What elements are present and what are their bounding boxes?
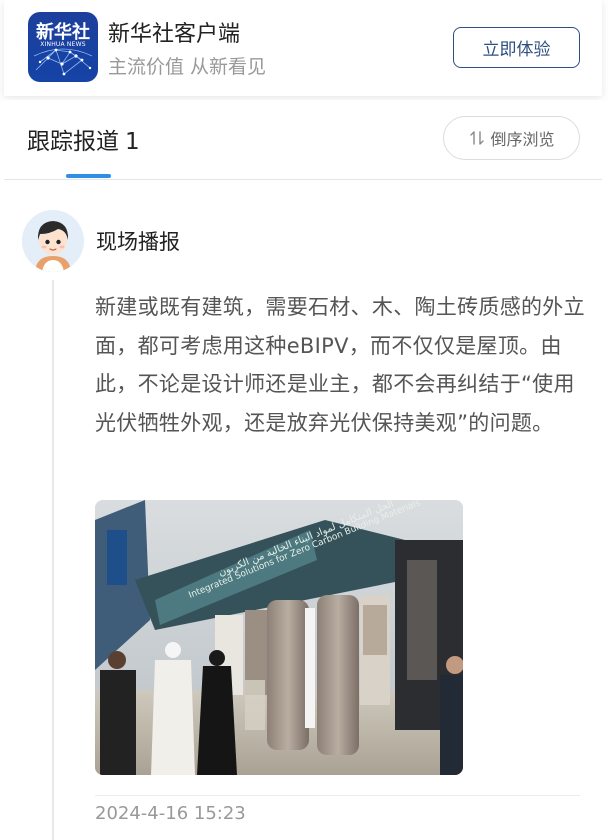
tracking-title-label: 跟踪报道 [27, 129, 119, 155]
exhibition-photo: Integrated Solutions for Zero Carbon Bui… [95, 500, 463, 775]
timeline-line [52, 280, 54, 840]
reporter-avatar [22, 210, 84, 272]
tracking-count: 1 [125, 129, 140, 155]
divider [95, 795, 580, 796]
logo-subtitle: XINHUA NEWS [40, 41, 86, 48]
open-app-button[interactable]: 立即体验 [453, 27, 580, 68]
active-tab-indicator [66, 174, 111, 178]
post-timestamp: 2024-4-16 15:23 [95, 803, 246, 824]
tracking-title[interactable]: 跟踪报道 1 [27, 122, 140, 156]
reporter-name: 现场播报 [96, 230, 180, 254]
post-photo[interactable]: Integrated Solutions for Zero Carbon Bui… [95, 500, 463, 775]
post-text: 新建或既有建筑，需要石材、木、陶土砖质感的外立面，都可考虑用这种eBIPV，而不… [95, 295, 585, 435]
xinhua-logo: 新华社 XINHUA NEWS [28, 12, 98, 82]
app-name: 新华社客户端 [108, 22, 241, 47]
cartoon-face-icon [22, 210, 84, 272]
tracking-tab-bar: 跟踪报道 1 倒序浏览 [4, 100, 602, 180]
app-slogan: 主流价值 从新看见 [108, 56, 267, 78]
reverse-order-button[interactable]: 倒序浏览 [443, 116, 580, 160]
app-banner: 新华社 XINHUA NEWS 新华社客户端 主流价值 从新看见 立即体验 [4, 0, 602, 96]
reverse-order-label: 倒序浏览 [490, 130, 555, 149]
sort-arrows-icon [470, 131, 485, 145]
